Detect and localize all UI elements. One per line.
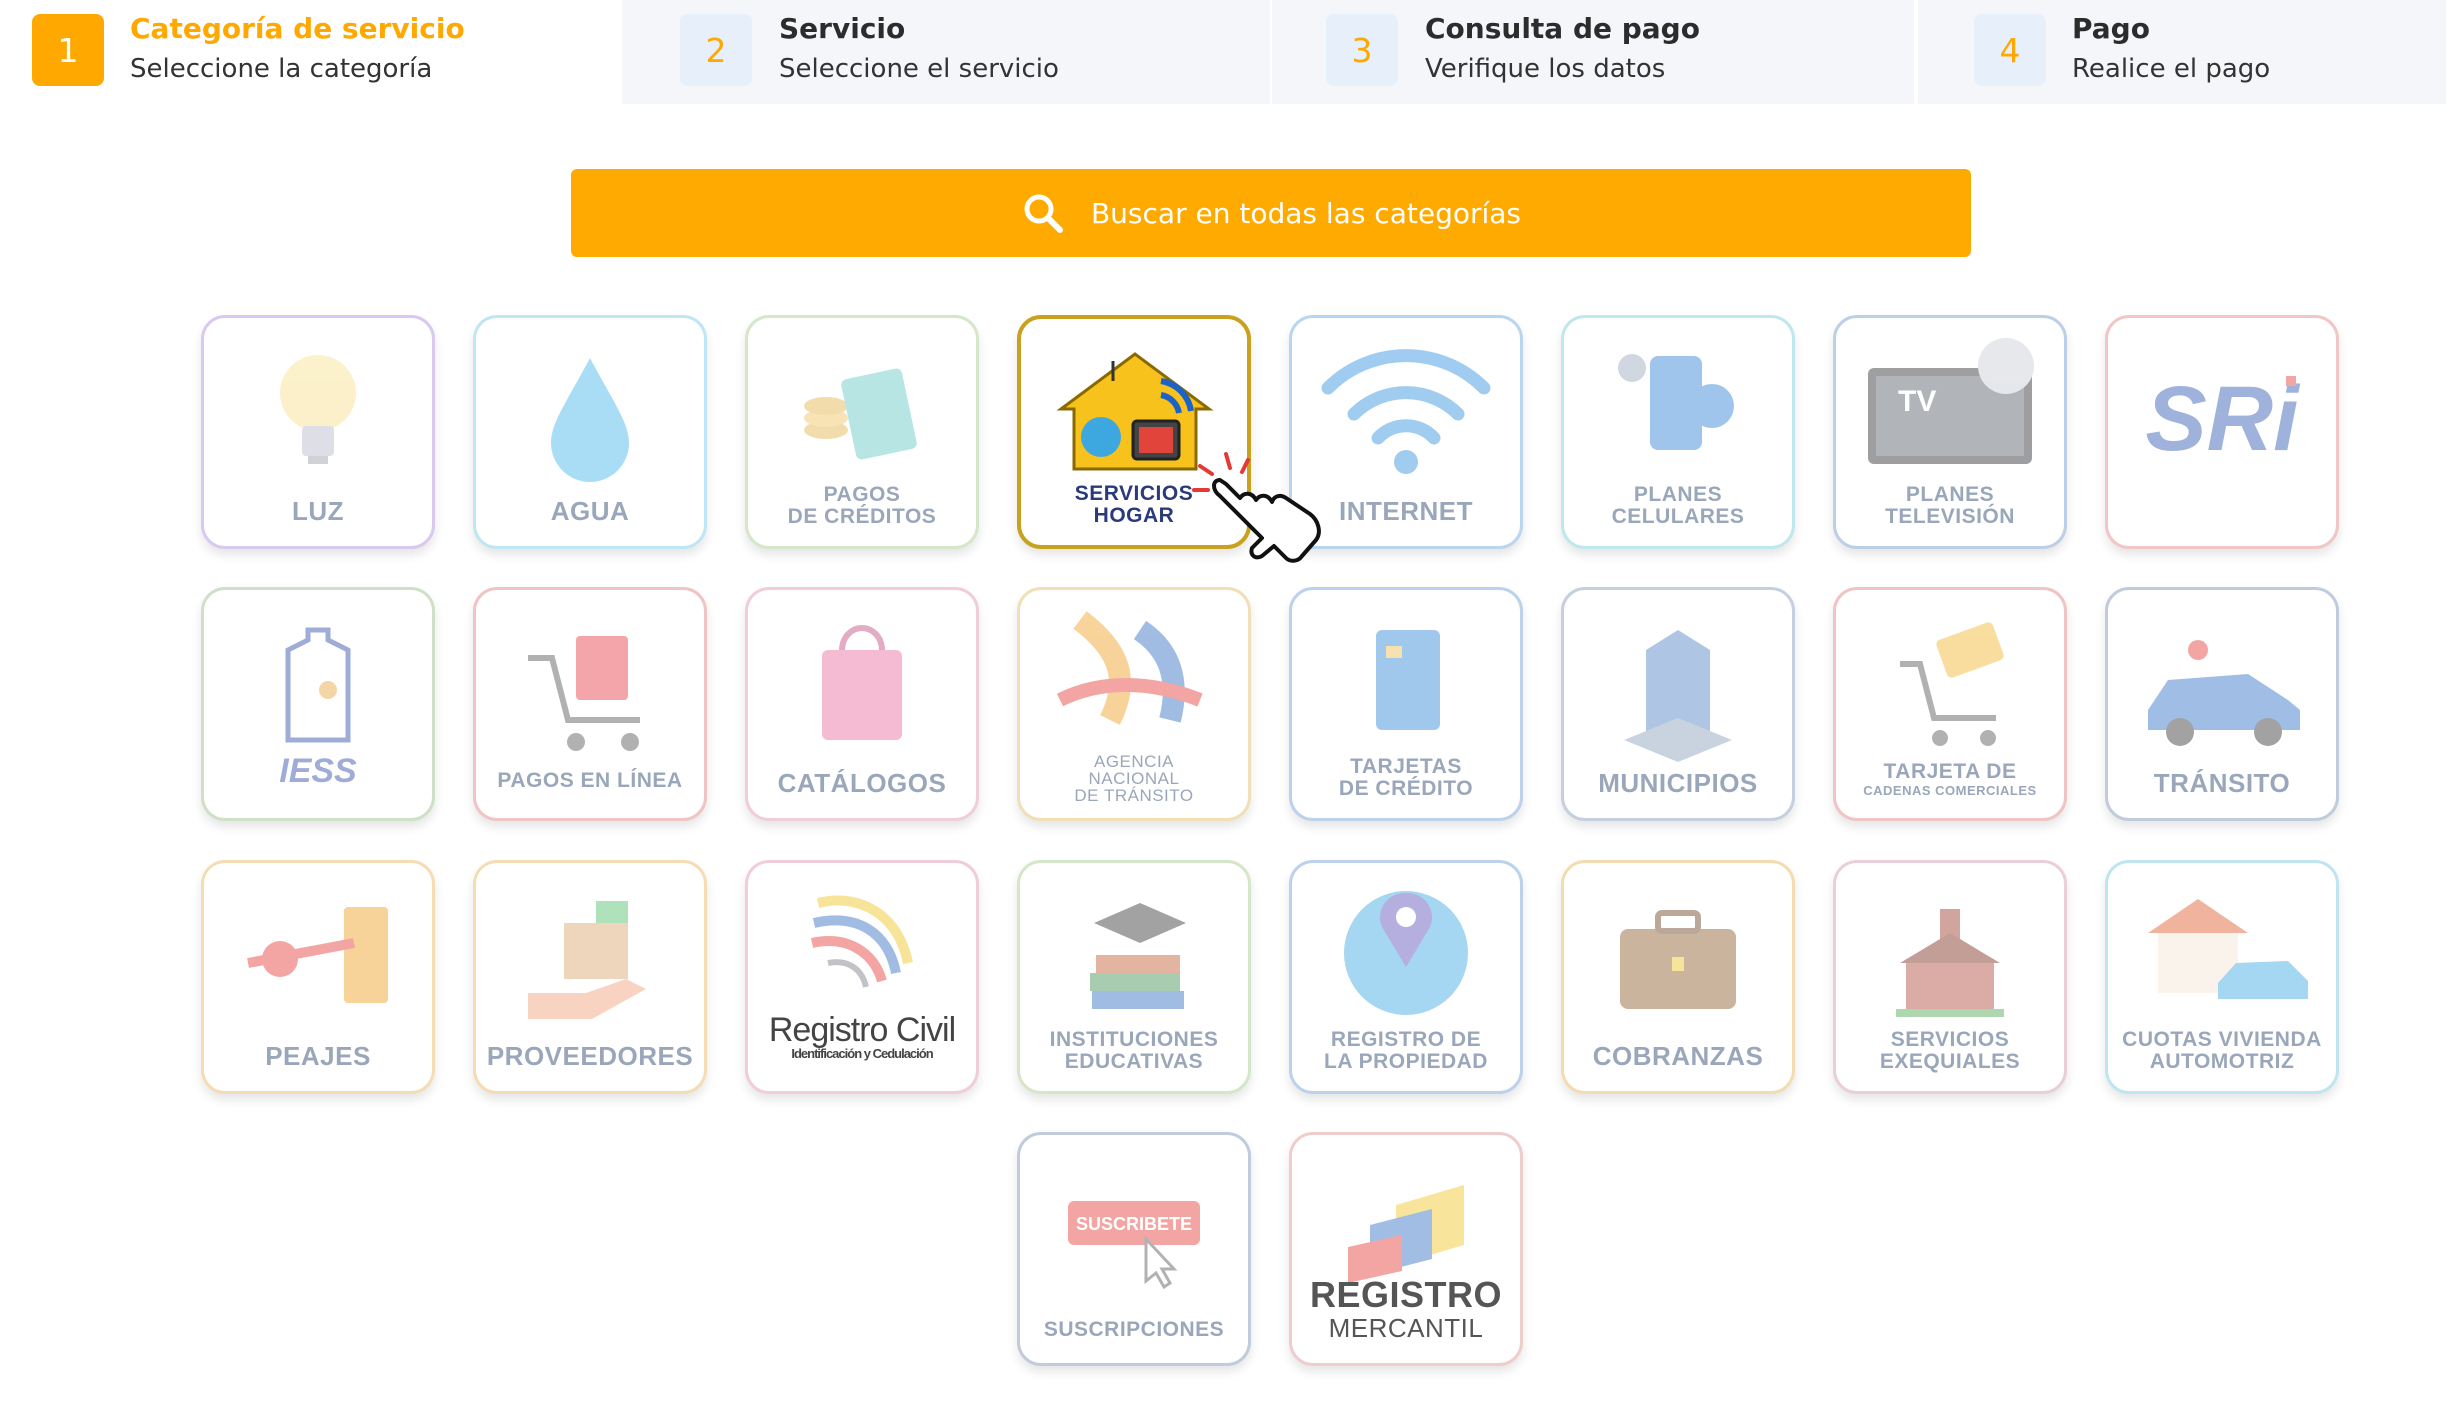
label-line: CUOTAS VIVIENDA <box>2122 1028 2322 1051</box>
step-number: 2 <box>680 14 752 86</box>
category-label: PEAJES <box>265 1041 371 1071</box>
step-title: Servicio <box>779 12 906 45</box>
category-label: AGENCIA NACIONAL DE TRÁNSITO <box>1026 753 1242 804</box>
category-iess[interactable]: IESS <box>201 587 435 821</box>
category-pagos-linea[interactable]: PAGOS EN LÍNEA <box>473 587 707 821</box>
category-pagos-creditos[interactable]: PAGOS DE CRÉDITOS <box>745 315 979 549</box>
label-line: MERCANTIL <box>1328 1313 1484 1343</box>
step-subtitle: Realice el pago <box>2072 54 2271 84</box>
category-catalogos[interactable]: CATÁLOGOS <box>745 587 979 821</box>
label-line: REGISTRO <box>1309 1274 1502 1315</box>
category-cuotas-vivienda[interactable]: CUOTAS VIVIENDA AUTOMOTRIZ <box>2105 860 2339 1094</box>
category-transito[interactable]: TRÁNSITO <box>2105 587 2339 821</box>
search-all-categories-button[interactable]: Buscar en todas las categorías <box>571 169 1971 257</box>
label-line: SERVICIOS <box>1890 1028 2010 1051</box>
search-label: Buscar en todas las categorías <box>1090 196 1522 230</box>
step-subtitle: Seleccione el servicio <box>779 54 1059 84</box>
search-icon <box>1024 194 1063 233</box>
category-planes-television[interactable]: TV PLANES TELEVISIÓN <box>1833 315 2067 549</box>
label-line: EDUCATIVAS <box>1064 1050 1204 1073</box>
label-line: TARJETAS <box>1350 755 1462 778</box>
step-2[interactable]: 2 Servicio Seleccione el servicio <box>620 0 1270 104</box>
tv-art-text: TV <box>1898 385 1936 418</box>
category-registro-civil[interactable]: Registro Civil Identificación y Cedulaci… <box>745 860 979 1094</box>
category-label: MUNICIPIOS <box>1598 768 1758 798</box>
step-number: 1 <box>32 14 104 86</box>
category-label: REGISTRO DE LA PROPIEDAD <box>1298 1029 1514 1073</box>
category-label: TRÁNSITO <box>2153 768 2291 798</box>
category-label: CATÁLOGOS <box>777 768 947 798</box>
label-line: DE CRÉDITOS <box>787 505 937 528</box>
category-label: LUZ <box>291 496 345 526</box>
category-label: PAGOS DE CRÉDITOS <box>754 484 970 528</box>
category-proveedores[interactable]: PROVEEDORES <box>473 860 707 1094</box>
category-label: Registro Civil Identificación y Cedulaci… <box>754 1011 970 1061</box>
label-line: LA PROPIEDAD <box>1324 1050 1488 1073</box>
category-label: AGUA <box>550 496 630 526</box>
category-registro-mercantil[interactable]: REGISTRO MERCANTIL <box>1289 1132 1523 1366</box>
category-label: INTERNET <box>1339 496 1473 526</box>
category-agencia-nacional-transito[interactable]: AGENCIA NACIONAL DE TRÁNSITO <box>1017 587 1251 821</box>
hand-pointer-cursor-icon <box>1192 452 1321 563</box>
category-peajes[interactable]: PEAJES <box>201 860 435 1094</box>
category-servicios-exequiales[interactable]: SERVICIOS EXEQUIALES <box>1833 860 2067 1094</box>
label-line: CELULARES <box>1611 505 1745 528</box>
category-label: TARJETA DE CADENAS COMERCIALES <box>1842 760 2058 799</box>
step-number: 4 <box>1974 14 2046 86</box>
step-title: Pago <box>2072 12 2150 45</box>
label-line: PLANES <box>1633 483 1723 506</box>
category-agua[interactable]: AGUA <box>473 315 707 549</box>
category-label: REGISTRO MERCANTIL <box>1298 1277 1514 1344</box>
category-sri[interactable]: SRi <box>2105 315 2339 549</box>
category-tarjetas-credito[interactable]: TARJETAS DE CRÉDITO <box>1289 587 1523 821</box>
label-line: SERVICIOS <box>1074 482 1194 505</box>
label-line: EXEQUIALES <box>1879 1050 2021 1073</box>
iess-logo-text: IESS <box>279 752 357 790</box>
label-line: PLANES <box>1905 483 1995 506</box>
step-title: Consulta de pago <box>1425 12 1700 45</box>
label-line: DE TRÁNSITO <box>1074 786 1194 805</box>
category-label: PROVEEDORES <box>486 1041 694 1071</box>
step-subtitle: Verifique los datos <box>1425 54 1666 84</box>
step-title: Categoría de servicio <box>130 12 465 45</box>
label-line: INSTITUCIONES <box>1049 1028 1219 1051</box>
category-tarjeta-cadenas[interactable]: TARJETA DE CADENAS COMERCIALES <box>1833 587 2067 821</box>
subscribe-art-text: SUSCRIBETE <box>1076 1214 1192 1234</box>
category-label: SUSCRIPCIONES <box>1043 1318 1225 1341</box>
iess-logo: IESS <box>279 627 357 790</box>
step-4[interactable]: 4 Pago Realice el pago <box>1918 0 2446 104</box>
category-cobranzas[interactable]: COBRANZAS <box>1561 860 1795 1094</box>
step-1[interactable]: 1 Categoría de servicio Seleccione la ca… <box>0 0 620 104</box>
category-label: SERVICIOS EXEQUIALES <box>1842 1029 2058 1073</box>
category-label: PLANES TELEVISIÓN <box>1842 484 2058 528</box>
label-line: CADENAS COMERCIALES <box>1863 783 2037 798</box>
steps-bar: 1 Categoría de servicio Seleccione la ca… <box>0 0 2446 104</box>
label-line: TARJETA DE <box>1883 760 2017 783</box>
label-line: TELEVISIÓN <box>1885 505 2015 528</box>
category-label: PLANES CELULARES <box>1570 484 1786 528</box>
label-line: DE CRÉDITO <box>1338 777 1474 800</box>
step-3[interactable]: 3 Consulta de pago Verifique los datos <box>1272 0 1914 104</box>
category-label: CUOTAS VIVIENDA AUTOMOTRIZ <box>2114 1029 2330 1073</box>
sri-logo: SRi <box>2145 368 2301 470</box>
category-planes-celulares[interactable]: PLANES CELULARES <box>1561 315 1795 549</box>
category-municipios[interactable]: MUNICIPIOS <box>1561 587 1795 821</box>
category-instituciones-educativas[interactable]: INSTITUCIONES EDUCATIVAS <box>1017 860 1251 1094</box>
category-label: PAGOS EN LÍNEA <box>497 769 683 792</box>
label-line: Registro Civil <box>768 1011 956 1049</box>
label-line: HOGAR <box>1093 504 1175 527</box>
sri-logo-text: SRi <box>2145 368 2301 470</box>
category-registro-propiedad[interactable]: REGISTRO DE LA PROPIEDAD <box>1289 860 1523 1094</box>
label-line: REGISTRO DE <box>1330 1028 1482 1051</box>
category-label: INSTITUCIONES EDUCATIVAS <box>1026 1029 1242 1073</box>
step-number: 3 <box>1326 14 1398 86</box>
step-subtitle: Seleccione la categoría <box>130 54 433 84</box>
category-suscripciones[interactable]: SUSCRIBETE SUSCRIPCIONES <box>1017 1132 1251 1366</box>
label-line: PAGOS <box>823 483 901 506</box>
category-label: COBRANZAS <box>1592 1041 1764 1071</box>
category-label: TARJETAS DE CRÉDITO <box>1298 756 1514 800</box>
label-line: AUTOMOTRIZ <box>2149 1050 2295 1073</box>
category-luz[interactable]: LUZ <box>201 315 435 549</box>
